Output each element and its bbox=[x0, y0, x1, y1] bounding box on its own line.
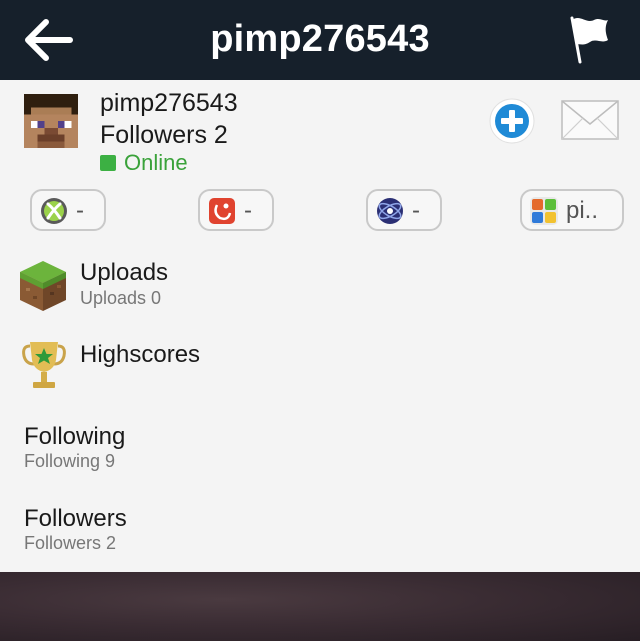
grass-block-icon bbox=[20, 261, 66, 311]
game-center-icon bbox=[209, 198, 235, 224]
highscores-title: Highscores bbox=[80, 341, 201, 368]
add-friend-icon[interactable] bbox=[488, 97, 536, 145]
xbox-icon bbox=[41, 198, 67, 224]
mail-envelope-icon[interactable] bbox=[560, 98, 620, 142]
navigation-bar: pimp276543 bbox=[0, 0, 640, 80]
psn-chip[interactable]: - bbox=[366, 189, 442, 231]
page-title: pimp276543 bbox=[210, 18, 430, 60]
psn-value: - bbox=[412, 197, 420, 224]
game-center-chip[interactable]: - bbox=[198, 189, 274, 231]
followers-title: Followers bbox=[24, 505, 127, 532]
following-row[interactable]: Following Following 9 bbox=[0, 418, 640, 488]
profile-header: pimp276543 Followers 2 Online bbox=[0, 80, 640, 180]
game-center-apps-icon bbox=[530, 197, 558, 225]
uploads-title: Uploads bbox=[80, 259, 169, 286]
following-title: Following bbox=[24, 423, 126, 450]
profile-status: Online bbox=[124, 150, 188, 175]
flag-icon[interactable] bbox=[566, 14, 612, 66]
highscores-row[interactable]: Highscores bbox=[0, 334, 640, 404]
profile-username: pimp276543 bbox=[100, 89, 238, 117]
uploads-count: Uploads 0 bbox=[80, 288, 162, 308]
avatar bbox=[24, 94, 78, 148]
back-arrow-icon[interactable] bbox=[22, 18, 74, 62]
xbox-gamertag-chip[interactable]: - bbox=[30, 189, 106, 231]
playstation-network-icon bbox=[377, 198, 403, 224]
background-image bbox=[0, 572, 640, 641]
following-count: Following 9 bbox=[24, 451, 116, 471]
xbox-gamertag-value: - bbox=[76, 197, 84, 224]
apps-value: pi.. bbox=[566, 197, 599, 224]
trophy-icon bbox=[22, 342, 66, 388]
followers-row[interactable]: Followers Followers 2 bbox=[0, 500, 640, 570]
uploads-row[interactable]: Uploads Uploads 0 bbox=[0, 252, 640, 322]
game-center-value: - bbox=[244, 197, 252, 224]
profile-followers-count: Followers 2 bbox=[100, 121, 228, 149]
apps-chip[interactable]: pi.. bbox=[520, 189, 624, 231]
followers-count: Followers 2 bbox=[24, 533, 117, 553]
online-status-indicator bbox=[100, 155, 116, 171]
